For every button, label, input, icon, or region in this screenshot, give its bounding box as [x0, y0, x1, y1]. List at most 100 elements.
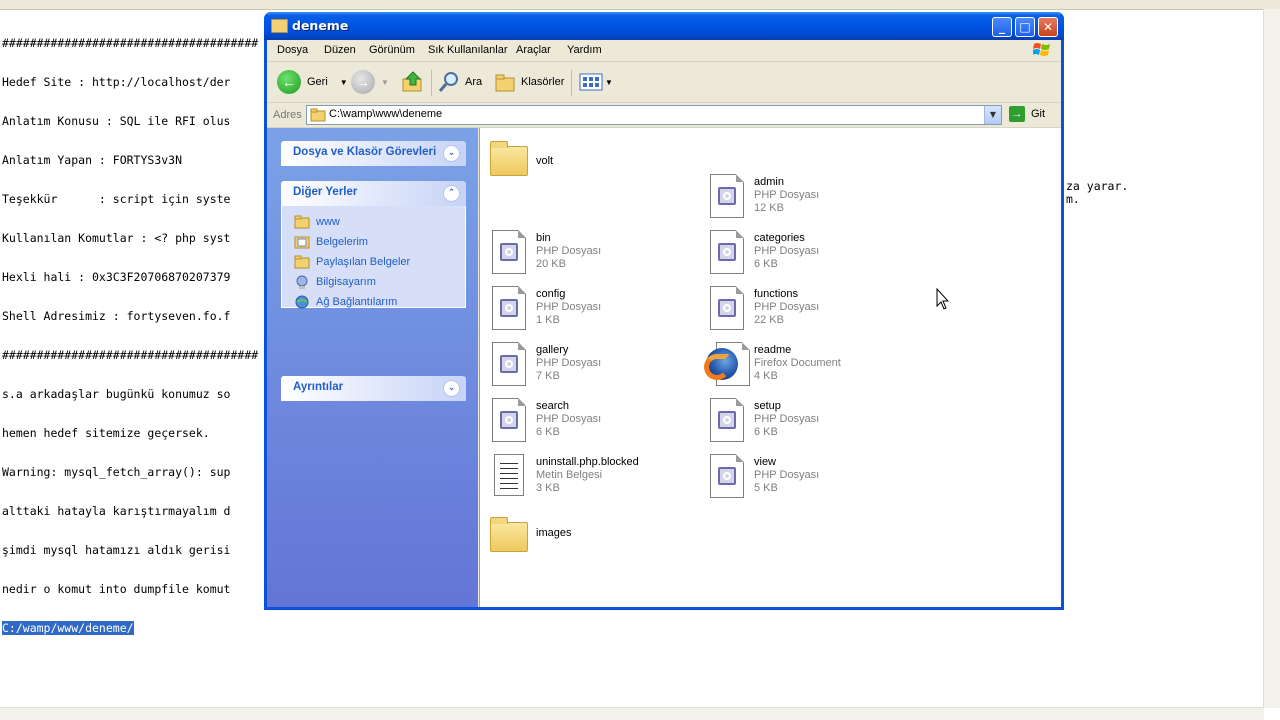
mouse-cursor-icon — [936, 288, 950, 310]
file-item[interactable]: volt — [488, 138, 688, 190]
file-name: images — [536, 527, 572, 539]
file-size: 20 KB — [536, 258, 566, 270]
text-file-icon — [488, 452, 528, 498]
file-type: Firefox Document — [754, 357, 841, 369]
window-title: deneme — [292, 18, 349, 33]
horizontal-scrollbar[interactable] — [0, 707, 1264, 720]
file-size: 6 KB — [754, 426, 778, 438]
file-size: 22 KB — [754, 314, 784, 326]
expand-chevron-icon[interactable]: ⌄ — [443, 380, 460, 397]
folder-icon — [294, 255, 310, 269]
go-label: Git — [1031, 108, 1046, 120]
file-size: 7 KB — [536, 370, 560, 382]
file-item[interactable]: search PHP Dosyası 6 KB — [488, 396, 688, 448]
file-type: Metin Belgesi — [536, 469, 603, 481]
menu-gorunum[interactable]: Görünüm — [369, 44, 415, 56]
file-item[interactable]: gallery PHP Dosyası 7 KB — [488, 340, 688, 392]
file-size: 1 KB — [536, 314, 560, 326]
file-item[interactable]: config PHP Dosyası 1 KB — [488, 284, 688, 336]
close-button[interactable]: ✕ — [1038, 17, 1058, 37]
maximize-button[interactable]: □ — [1015, 17, 1035, 37]
go-button[interactable]: → Git — [1009, 106, 1045, 122]
place-bilgisayarim[interactable]: Bilgisayarım — [294, 275, 376, 289]
menu-duzen[interactable]: Düzen — [324, 44, 356, 56]
back-label: Geri — [307, 76, 328, 88]
folder-icon — [488, 138, 528, 184]
notepad-line-fragment: m. — [1066, 192, 1080, 206]
toolbar-separator — [431, 70, 432, 96]
php-file-icon — [706, 452, 746, 498]
chevron-down-icon[interactable]: ▼ — [381, 78, 389, 87]
address-dropdown-button[interactable]: ▼ — [984, 106, 1001, 124]
folders-button[interactable]: Klasörler — [493, 68, 564, 96]
file-name: functions — [754, 288, 799, 300]
back-button[interactable]: ← Geri ▼ — [277, 68, 348, 96]
vertical-scrollbar[interactable] — [1263, 9, 1280, 708]
file-type: PHP Dosyası — [754, 413, 820, 425]
other-places-title: Diğer Yerler — [293, 186, 358, 198]
file-size: 4 KB — [754, 370, 778, 382]
file-item[interactable]: admin PHP Dosyası 12 KB — [706, 172, 906, 224]
windows-logo-icon — [1033, 43, 1050, 56]
address-input[interactable]: C:\wamp\www\deneme ▼ — [306, 105, 1002, 125]
place-paylasilan-belgeler[interactable]: Paylaşılan Belgeler — [294, 255, 410, 269]
views-icon — [579, 73, 603, 91]
file-item[interactable]: view PHP Dosyası 5 KB — [706, 452, 906, 504]
minimize-button[interactable]: _ — [992, 17, 1012, 37]
firefox-doc-icon — [704, 340, 750, 386]
back-arrow-icon: ← — [277, 70, 301, 94]
file-type: PHP Dosyası — [754, 301, 820, 313]
views-button[interactable]: ▼ — [579, 68, 613, 96]
file-item[interactable]: categories PHP Dosyası 6 KB — [706, 228, 906, 280]
menu-dosya[interactable]: Dosya — [277, 44, 308, 56]
file-item[interactable]: images — [488, 508, 688, 560]
file-item[interactable]: readme Firefox Document 4 KB — [704, 340, 906, 392]
php-file-icon — [706, 396, 746, 442]
file-name: search — [536, 400, 570, 412]
php-file-icon — [488, 340, 528, 386]
file-name: readme — [754, 344, 792, 356]
up-folder-button[interactable] — [401, 68, 425, 96]
php-file-icon — [488, 284, 528, 330]
place-ag-baglantilarim[interactable]: Ağ Bağlantılarım — [294, 295, 397, 309]
file-folder-tasks-header[interactable]: Dosya ve Klasör Görevleri ⌄ — [281, 141, 466, 166]
collapse-chevron-icon[interactable]: ⌃ — [443, 185, 460, 202]
other-places-header[interactable]: Diğer Yerler ⌃ — [281, 181, 466, 206]
place-label: www — [316, 216, 340, 228]
menu-araclar[interactable]: Araçlar — [516, 44, 551, 56]
file-item[interactable]: setup PHP Dosyası 6 KB — [706, 396, 906, 448]
file-name: view — [754, 456, 777, 468]
search-button[interactable]: Ara — [437, 68, 482, 96]
file-name: categories — [754, 232, 805, 244]
up-folder-icon — [402, 71, 422, 92]
other-places-body: www Belgelerim Paylaşılan Belgeler Bilgi… — [281, 206, 466, 309]
file-item[interactable]: functions PHP Dosyası 22 KB — [706, 284, 906, 336]
menu-sik-kullanilanlar[interactable]: Sık Kullanılanlar — [428, 44, 508, 56]
place-belgelerim[interactable]: Belgelerim — [294, 235, 368, 249]
file-type: PHP Dosyası — [754, 245, 820, 257]
menu-bar: Dosya Düzen Görünüm Sık Kullanılanlar Ar… — [267, 40, 1061, 62]
place-label: Ağ Bağlantılarım — [316, 296, 398, 308]
file-size: 6 KB — [536, 426, 560, 438]
search-label: Ara — [465, 76, 483, 88]
place-www[interactable]: www — [294, 215, 340, 229]
file-item[interactable]: uninstall.php.blocked Metin Belgesi 3 KB — [488, 452, 688, 504]
explorer-window: deneme _ □ ✕ Dosya Düzen Görünüm Sık Kul… — [264, 12, 1064, 610]
folders-label: Klasörler — [521, 76, 565, 88]
folder-icon — [294, 215, 310, 229]
file-folder-tasks-title: Dosya ve Klasör Görevleri — [293, 146, 437, 158]
chevron-down-icon[interactable]: ▼ — [340, 78, 348, 87]
menu-yardim[interactable]: Yardım — [567, 44, 602, 56]
go-arrow-icon: → — [1009, 106, 1025, 122]
expand-chevron-icon[interactable]: ⌄ — [443, 145, 460, 162]
file-type: PHP Dosyası — [754, 469, 820, 481]
file-type: PHP Dosyası — [536, 245, 602, 257]
file-size: 3 KB — [536, 482, 560, 494]
file-item[interactable]: bin PHP Dosyası 20 KB — [488, 228, 688, 280]
details-header[interactable]: Ayrıntılar ⌄ — [281, 376, 466, 401]
forward-arrow-icon: → — [351, 70, 375, 94]
my-documents-icon — [294, 236, 310, 249]
forward-button[interactable]: → ▼ — [351, 68, 389, 96]
title-bar[interactable]: deneme _ □ ✕ — [264, 12, 1064, 40]
file-type: PHP Dosyası — [536, 301, 602, 313]
